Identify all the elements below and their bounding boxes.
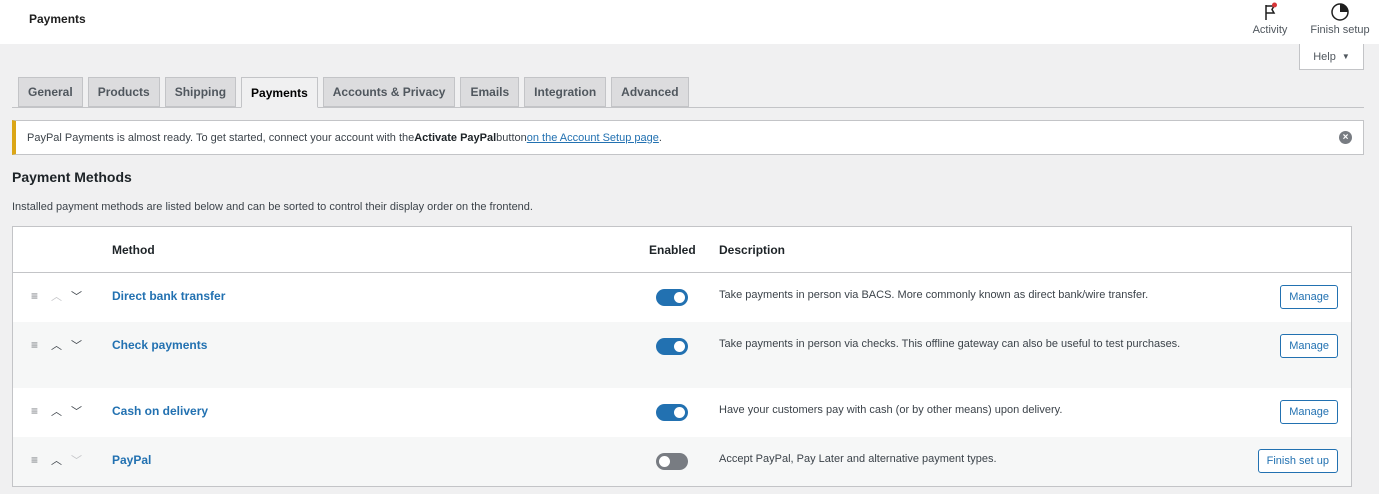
- enabled-toggle[interactable]: [656, 404, 688, 421]
- notice-text-middle: button: [496, 131, 527, 144]
- notice-text-after: .: [658, 131, 662, 144]
- header-method: Method: [112, 243, 155, 257]
- enabled-toggle[interactable]: [656, 289, 688, 306]
- move-up-icon[interactable]: ︿: [51, 403, 62, 419]
- table-row: ≡ ︿ ﹀ PayPal Accept PayPal, Pay Later an…: [13, 437, 1351, 486]
- section-title: Payment Methods: [12, 169, 132, 185]
- method-name[interactable]: Cash on delivery: [112, 404, 208, 418]
- move-down-icon[interactable]: ﹀: [71, 288, 82, 304]
- top-bar: Payments Activity Finish setup: [0, 0, 1379, 44]
- manage-button[interactable]: Manage: [1280, 400, 1338, 424]
- page-title: Payments: [29, 12, 86, 26]
- move-down-icon[interactable]: ﹀: [71, 452, 82, 468]
- help-label: Help: [1313, 50, 1336, 63]
- help-button[interactable]: Help ▼: [1299, 44, 1364, 70]
- drag-handle-icon[interactable]: ≡: [31, 289, 38, 303]
- activity-label: Activity: [1252, 24, 1288, 36]
- progress-circle-icon: [1331, 3, 1349, 21]
- activity-button[interactable]: Activity: [1249, 2, 1291, 36]
- caret-down-icon: ▼: [1341, 52, 1350, 61]
- tab-payments[interactable]: Payments: [241, 77, 318, 108]
- tab-integration[interactable]: Integration: [524, 77, 607, 107]
- account-setup-link[interactable]: on the Account Setup page: [527, 132, 659, 144]
- drag-handle-icon[interactable]: ≡: [31, 453, 38, 467]
- move-down-icon[interactable]: ﹀: [71, 337, 82, 353]
- tab-emails[interactable]: Emails: [460, 77, 520, 107]
- manage-button[interactable]: Manage: [1280, 285, 1338, 309]
- move-up-icon[interactable]: ︿: [51, 452, 62, 468]
- finish-setup-label: Finish setup: [1310, 24, 1370, 36]
- method-description: Accept PayPal, Pay Later and alternative…: [719, 453, 997, 465]
- table-row: ≡ ︿ ﹀ Cash on delivery Have your custome…: [13, 388, 1351, 437]
- flag-icon: [1265, 2, 1277, 20]
- method-name[interactable]: Check payments: [112, 338, 207, 352]
- method-description: Take payments in person via BACS. More c…: [719, 289, 1149, 301]
- finish-setup-row-button[interactable]: Finish set up: [1257, 449, 1338, 473]
- payment-methods-table: Method Enabled Description ≡ ︿ ﹀ Direct …: [12, 226, 1352, 487]
- dismiss-icon[interactable]: ×: [1339, 131, 1352, 144]
- enabled-toggle[interactable]: [656, 338, 688, 355]
- move-up-icon[interactable]: ︿: [51, 288, 62, 304]
- method-name[interactable]: PayPal: [112, 453, 151, 467]
- drag-handle-icon[interactable]: ≡: [31, 404, 38, 418]
- section-description: Installed payment methods are listed bel…: [12, 201, 533, 213]
- paypal-notice: PayPal Payments is almost ready. To get …: [12, 120, 1364, 155]
- table-header: Method Enabled Description: [13, 227, 1351, 273]
- tab-products[interactable]: Products: [87, 77, 160, 107]
- method-description: Take payments in person via checks. This…: [719, 338, 1181, 350]
- enabled-toggle[interactable]: [656, 453, 688, 470]
- table-row: ≡ ︿ ﹀ Check payments Take payments in pe…: [13, 322, 1351, 388]
- notice-text-before: PayPal Payments is almost ready. To get …: [27, 131, 415, 144]
- tab-accounts-privacy[interactable]: Accounts & Privacy: [322, 77, 456, 107]
- tab-shipping[interactable]: Shipping: [164, 77, 237, 107]
- tab-general[interactable]: General: [18, 77, 83, 107]
- manage-button[interactable]: Manage: [1280, 334, 1338, 358]
- header-description: Description: [719, 243, 786, 257]
- move-up-icon[interactable]: ︿: [51, 337, 62, 353]
- notice-bold: Activate PayPal: [414, 131, 497, 144]
- tab-advanced[interactable]: Advanced: [611, 77, 689, 107]
- tabs-divider: [12, 107, 1364, 108]
- move-down-icon[interactable]: ﹀: [71, 403, 82, 419]
- method-description: Have your customers pay with cash (or by…: [719, 404, 1063, 416]
- method-name[interactable]: Direct bank transfer: [112, 289, 225, 303]
- header-enabled: Enabled: [649, 243, 696, 257]
- settings-tabs: General Products Shipping Payments Accou…: [18, 77, 689, 108]
- finish-setup-button[interactable]: Finish setup: [1306, 2, 1374, 36]
- drag-handle-icon[interactable]: ≡: [31, 338, 38, 352]
- table-row: ≡ ︿ ﹀ Direct bank transfer Take payments…: [13, 273, 1351, 322]
